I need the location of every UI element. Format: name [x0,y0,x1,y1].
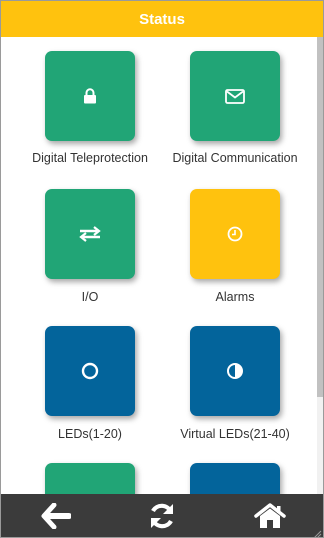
status-grid[interactable]: Digital Teleprotection Digital Communica… [1,37,317,494]
scrollbar[interactable] [317,37,323,494]
app-frame: Status Digital Teleprotection Digital Co… [0,0,324,538]
tile-label-virtual-leds: Virtual LEDs(21-40) [180,427,290,441]
tile-label-digital-communication: Digital Communication [172,151,298,165]
tile-label-leds: LEDs(1-20) [58,427,122,441]
scrollbar-thumb[interactable] [317,37,323,397]
page-title: Status [139,10,185,28]
lock-icon [83,88,97,104]
tile-io[interactable] [45,189,135,279]
circle-outline-icon [81,362,99,380]
half-circle-icon [226,362,244,380]
tile-label-io: I/O [81,290,99,304]
home-icon [254,502,286,529]
clock-icon [227,226,243,242]
envelope-icon [225,88,245,104]
bottom-nav-bar [1,494,323,537]
tile-label-digital-teleprotection: Digital Teleprotection [32,151,148,165]
tile-digital-communication[interactable] [190,51,280,141]
tile-digital-teleprotection[interactable] [45,51,135,141]
refresh-button[interactable] [132,494,192,537]
tile-partial-blue[interactable] [190,463,280,494]
header-bar: Status [1,1,323,37]
back-arrow-icon [41,502,71,529]
tile-virtual-leds[interactable] [190,326,280,416]
tile-label-alarms: Alarms [215,290,255,304]
tile-leds[interactable] [45,326,135,416]
resize-grip-icon[interactable] [312,526,322,537]
swap-arrows-icon [79,226,101,242]
home-button[interactable] [240,494,300,537]
tile-partial-green[interactable] [45,463,135,494]
back-button[interactable] [26,494,86,537]
refresh-icon [147,501,177,531]
tile-alarms[interactable] [190,189,280,279]
